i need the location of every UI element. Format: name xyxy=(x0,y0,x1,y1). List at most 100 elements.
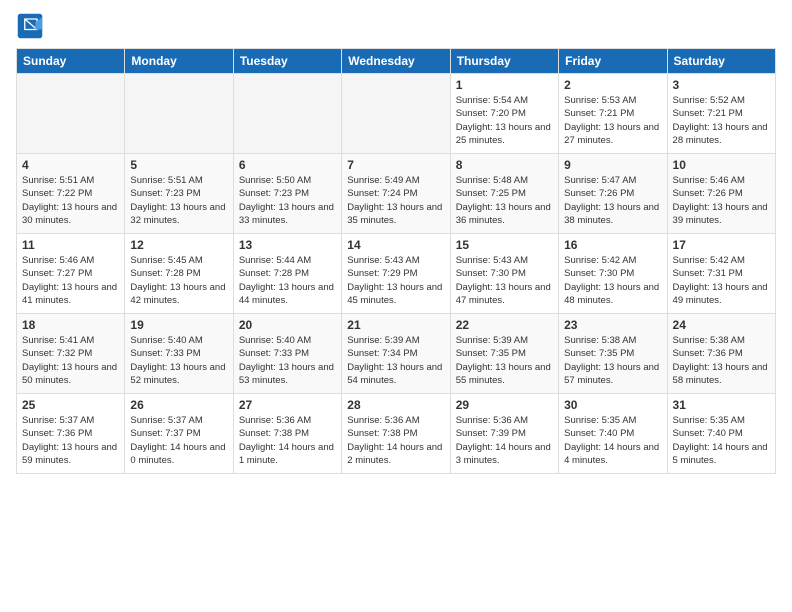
calendar-day-cell: 17 Sunrise: 5:42 AMSunset: 7:31 PMDayligh… xyxy=(667,234,775,314)
day-number: 29 xyxy=(456,398,553,412)
calendar-day-cell: 27 Sunrise: 5:36 AMSunset: 7:38 PMDayligh… xyxy=(233,394,341,474)
day-number: 17 xyxy=(673,238,770,252)
calendar-day-cell: 19 Sunrise: 5:40 AMSunset: 7:33 PMDayligh… xyxy=(125,314,233,394)
day-number: 10 xyxy=(673,158,770,172)
day-info: Sunrise: 5:54 AMSunset: 7:20 PMDaylight:… xyxy=(456,94,553,147)
calendar-day-cell: 9 Sunrise: 5:47 AMSunset: 7:26 PMDaylight… xyxy=(559,154,667,234)
day-header-wednesday: Wednesday xyxy=(342,49,450,74)
day-info: Sunrise: 5:37 AMSunset: 7:36 PMDaylight:… xyxy=(22,414,119,467)
calendar-day-cell: 6 Sunrise: 5:50 AMSunset: 7:23 PMDaylight… xyxy=(233,154,341,234)
calendar-day-cell xyxy=(17,74,125,154)
calendar-day-cell: 31Sunrise: 5:35 AMSunset: 7:40 PMDayligh… xyxy=(667,394,775,474)
day-number: 19 xyxy=(130,318,227,332)
day-number: 22 xyxy=(456,318,553,332)
calendar-day-cell: 26 Sunrise: 5:37 AMSunset: 7:37 PMDayligh… xyxy=(125,394,233,474)
day-number: 14 xyxy=(347,238,444,252)
day-number: 2 xyxy=(564,78,661,92)
day-header-sunday: Sunday xyxy=(17,49,125,74)
day-info: Sunrise: 5:37 AMSunset: 7:37 PMDaylight:… xyxy=(130,414,227,467)
day-info: Sunrise: 5:36 AMSunset: 7:39 PMDaylight:… xyxy=(456,414,553,467)
day-number: 4 xyxy=(22,158,119,172)
day-header-saturday: Saturday xyxy=(667,49,775,74)
day-header-friday: Friday xyxy=(559,49,667,74)
day-info: Sunrise: 5:42 AMSunset: 7:30 PMDaylight:… xyxy=(564,254,661,307)
calendar-day-cell xyxy=(342,74,450,154)
day-number: 18 xyxy=(22,318,119,332)
day-info: Sunrise: 5:41 AMSunset: 7:32 PMDaylight:… xyxy=(22,334,119,387)
day-info: Sunrise: 5:39 AMSunset: 7:35 PMDaylight:… xyxy=(456,334,553,387)
calendar-day-cell: 13 Sunrise: 5:44 AMSunset: 7:28 PMDayligh… xyxy=(233,234,341,314)
day-number: 23 xyxy=(564,318,661,332)
day-number: 26 xyxy=(130,398,227,412)
day-info: Sunrise: 5:43 AMSunset: 7:30 PMDaylight:… xyxy=(456,254,553,307)
day-info: Sunrise: 5:44 AMSunset: 7:28 PMDaylight:… xyxy=(239,254,336,307)
day-info: Sunrise: 5:49 AMSunset: 7:24 PMDaylight:… xyxy=(347,174,444,227)
day-number: 8 xyxy=(456,158,553,172)
day-number: 20 xyxy=(239,318,336,332)
day-header-tuesday: Tuesday xyxy=(233,49,341,74)
day-number: 11 xyxy=(22,238,119,252)
calendar-day-cell: 30 Sunrise: 5:35 AMSunset: 7:40 PMDayligh… xyxy=(559,394,667,474)
calendar-day-cell: 4 Sunrise: 5:51 AMSunset: 7:22 PMDaylight… xyxy=(17,154,125,234)
calendar-day-cell: 14 Sunrise: 5:43 AMSunset: 7:29 PMDayligh… xyxy=(342,234,450,314)
day-info: Sunrise: 5:48 AMSunset: 7:25 PMDaylight:… xyxy=(456,174,553,227)
logo xyxy=(16,12,48,40)
day-number: 1 xyxy=(456,78,553,92)
calendar-day-cell: 7 Sunrise: 5:49 AMSunset: 7:24 PMDaylight… xyxy=(342,154,450,234)
day-info: Sunrise: 5:36 AMSunset: 7:38 PMDaylight:… xyxy=(347,414,444,467)
calendar-day-cell: 2 Sunrise: 5:53 AMSunset: 7:21 PMDaylight… xyxy=(559,74,667,154)
day-info: Sunrise: 5:46 AMSunset: 7:26 PMDaylight:… xyxy=(673,174,770,227)
calendar-table: SundayMondayTuesdayWednesdayThursdayFrid… xyxy=(16,48,776,474)
day-info: Sunrise: 5:35 AMSunset: 7:40 PMDaylight:… xyxy=(564,414,661,467)
day-info: Sunrise: 5:53 AMSunset: 7:21 PMDaylight:… xyxy=(564,94,661,147)
page-header xyxy=(16,12,776,40)
day-info: Sunrise: 5:51 AMSunset: 7:22 PMDaylight:… xyxy=(22,174,119,227)
calendar-day-cell: 15Sunrise: 5:43 AMSunset: 7:30 PMDayligh… xyxy=(450,234,558,314)
day-number: 3 xyxy=(673,78,770,92)
calendar-day-cell: 12Sunrise: 5:45 AMSunset: 7:28 PMDayligh… xyxy=(125,234,233,314)
calendar-day-cell xyxy=(233,74,341,154)
calendar-day-cell: 20 Sunrise: 5:40 AMSunset: 7:33 PMDayligh… xyxy=(233,314,341,394)
calendar-day-cell: 10 Sunrise: 5:46 AMSunset: 7:26 PMDayligh… xyxy=(667,154,775,234)
day-header-monday: Monday xyxy=(125,49,233,74)
calendar-week-row: 25Sunrise: 5:37 AMSunset: 7:36 PMDayligh… xyxy=(17,394,776,474)
calendar-day-cell xyxy=(125,74,233,154)
day-number: 28 xyxy=(347,398,444,412)
day-info: Sunrise: 5:40 AMSunset: 7:33 PMDaylight:… xyxy=(239,334,336,387)
day-number: 7 xyxy=(347,158,444,172)
day-info: Sunrise: 5:46 AMSunset: 7:27 PMDaylight:… xyxy=(22,254,119,307)
calendar-day-cell: 18 Sunrise: 5:41 AMSunset: 7:32 PMDayligh… xyxy=(17,314,125,394)
calendar-week-row: 11 Sunrise: 5:46 AMSunset: 7:27 PMDayligh… xyxy=(17,234,776,314)
day-number: 30 xyxy=(564,398,661,412)
day-info: Sunrise: 5:52 AMSunset: 7:21 PMDaylight:… xyxy=(673,94,770,147)
day-number: 27 xyxy=(239,398,336,412)
day-info: Sunrise: 5:39 AMSunset: 7:34 PMDaylight:… xyxy=(347,334,444,387)
day-info: Sunrise: 5:47 AMSunset: 7:26 PMDaylight:… xyxy=(564,174,661,227)
calendar-day-cell: 8 Sunrise: 5:48 AMSunset: 7:25 PMDaylight… xyxy=(450,154,558,234)
calendar-day-cell: 11 Sunrise: 5:46 AMSunset: 7:27 PMDayligh… xyxy=(17,234,125,314)
day-number: 21 xyxy=(347,318,444,332)
day-number: 13 xyxy=(239,238,336,252)
calendar-day-cell: 16 Sunrise: 5:42 AMSunset: 7:30 PMDayligh… xyxy=(559,234,667,314)
day-info: Sunrise: 5:43 AMSunset: 7:29 PMDaylight:… xyxy=(347,254,444,307)
calendar-day-cell: 23Sunrise: 5:38 AMSunset: 7:35 PMDayligh… xyxy=(559,314,667,394)
day-number: 5 xyxy=(130,158,227,172)
calendar-day-cell: 3 Sunrise: 5:52 AMSunset: 7:21 PMDaylight… xyxy=(667,74,775,154)
day-info: Sunrise: 5:45 AMSunset: 7:28 PMDaylight:… xyxy=(130,254,227,307)
day-info: Sunrise: 5:40 AMSunset: 7:33 PMDaylight:… xyxy=(130,334,227,387)
calendar-page: SundayMondayTuesdayWednesdayThursdayFrid… xyxy=(0,0,792,484)
calendar-header-row: SundayMondayTuesdayWednesdayThursdayFrid… xyxy=(17,49,776,74)
calendar-day-cell: 22 Sunrise: 5:39 AMSunset: 7:35 PMDayligh… xyxy=(450,314,558,394)
day-number: 9 xyxy=(564,158,661,172)
day-info: Sunrise: 5:42 AMSunset: 7:31 PMDaylight:… xyxy=(673,254,770,307)
day-number: 6 xyxy=(239,158,336,172)
logo-icon xyxy=(16,12,44,40)
day-number: 16 xyxy=(564,238,661,252)
day-info: Sunrise: 5:50 AMSunset: 7:23 PMDaylight:… xyxy=(239,174,336,227)
calendar-week-row: 18 Sunrise: 5:41 AMSunset: 7:32 PMDayligh… xyxy=(17,314,776,394)
calendar-week-row: 4 Sunrise: 5:51 AMSunset: 7:22 PMDaylight… xyxy=(17,154,776,234)
calendar-day-cell: 28 Sunrise: 5:36 AMSunset: 7:38 PMDayligh… xyxy=(342,394,450,474)
day-info: Sunrise: 5:36 AMSunset: 7:38 PMDaylight:… xyxy=(239,414,336,467)
calendar-week-row: 1 Sunrise: 5:54 AMSunset: 7:20 PMDaylight… xyxy=(17,74,776,154)
day-info: Sunrise: 5:35 AMSunset: 7:40 PMDaylight:… xyxy=(673,414,770,467)
